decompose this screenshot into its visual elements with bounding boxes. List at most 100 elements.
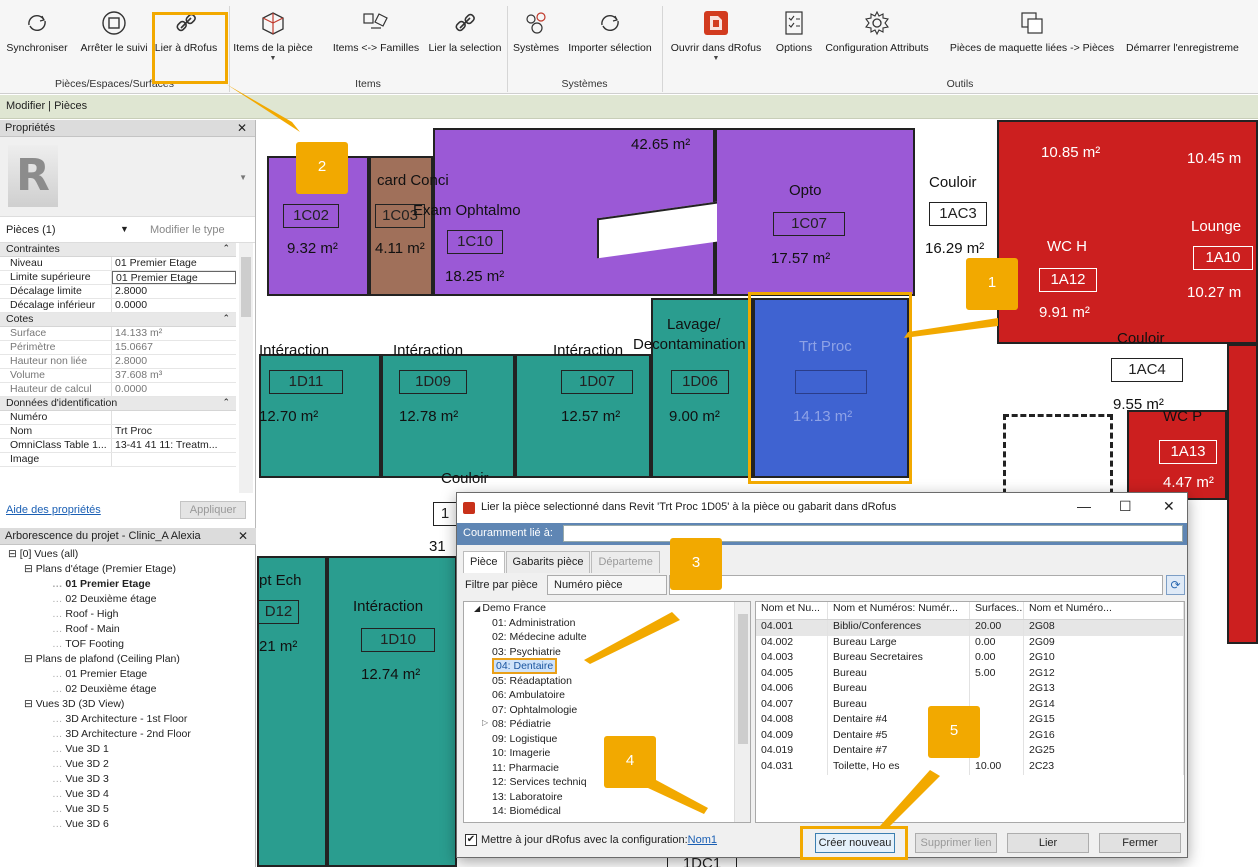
collapse-icon[interactable]: ⊟: [24, 653, 36, 665]
browser-node[interactable]: … TOF Footing: [0, 638, 256, 653]
linked-model-rooms-button[interactable]: Pièces de maquette liées -> Pièces: [944, 6, 1120, 76]
browser-node[interactable]: … 02 Deuxième étage: [0, 683, 256, 698]
browser-node[interactable]: … 01 Premier Etage: [0, 668, 256, 683]
items-families-button[interactable]: Items <-> Familles: [326, 6, 426, 76]
room-tag[interactable]: 1AC4: [1111, 358, 1183, 382]
tab-room[interactable]: Pièce: [463, 551, 505, 573]
start-recording-button[interactable]: Démarrer l'enregistreme: [1126, 6, 1258, 76]
room-tag[interactable]: 1C02: [283, 204, 339, 228]
browser-node[interactable]: … Vue 3D 6: [0, 818, 256, 833]
close-icon[interactable]: ✕: [237, 121, 247, 135]
property-value[interactable]: 37.608 m³: [112, 369, 236, 382]
department-tree-item[interactable]: ▷ 08: Pédiatrie: [464, 718, 750, 733]
collapse-icon[interactable]: ⊟: [24, 698, 36, 710]
department-tree-item[interactable]: 05: Réadaptation: [464, 675, 750, 690]
property-group-header[interactable]: Données d'identification ⌃: [0, 397, 236, 411]
table-row[interactable]: 04.002 Bureau Large 0.00 2G09: [756, 635, 1184, 651]
department-tree-item[interactable]: 02: Médecine adulte: [464, 631, 750, 646]
room-items-button[interactable]: Items de la pièce ▼: [233, 6, 313, 76]
browser-node[interactable]: ⊟ Plans d'étage (Premier Etage): [0, 563, 256, 578]
options-button[interactable]: Options: [772, 6, 816, 76]
room-tag[interactable]: 1D07: [561, 370, 633, 394]
browser-node[interactable]: ⊟ Plans de plafond (Ceiling Plan): [0, 653, 256, 668]
column-header[interactable]: Nom et Numéro...: [1024, 602, 1184, 619]
room-tag[interactable]: 1D11: [269, 370, 343, 394]
property-group-header[interactable]: Contraintes ⌃: [0, 243, 236, 257]
link-button[interactable]: Lier: [1007, 833, 1089, 853]
property-value[interactable]: 14.133 m²: [112, 327, 236, 340]
close-button[interactable]: Fermer: [1099, 833, 1181, 853]
chevron-down-icon[interactable]: ▼: [120, 224, 129, 234]
type-selector[interactable]: Pièces (1): [6, 224, 56, 236]
link-selection-button[interactable]: Lier la selection: [425, 6, 505, 76]
properties-scrollbar[interactable]: [239, 243, 253, 493]
property-value[interactable]: Trt Proc: [112, 425, 236, 438]
room-tag[interactable]: 1A10: [1193, 246, 1253, 270]
close-icon[interactable]: ✕: [238, 529, 248, 543]
room-tag[interactable]: D12: [259, 600, 299, 624]
table-row[interactable]: 04.005 Bureau 5.00 2G12: [756, 666, 1184, 682]
browser-node[interactable]: … Vue 3D 1: [0, 743, 256, 758]
update-drofus-checkbox[interactable]: ✔: [465, 834, 477, 846]
edit-type-button[interactable]: Modifier le type: [150, 224, 225, 236]
systems-button[interactable]: Systèmes: [510, 6, 562, 76]
property-value[interactable]: [112, 411, 236, 424]
config-link[interactable]: Nom1: [688, 834, 717, 846]
column-header[interactable]: Surfaces...: [970, 602, 1024, 619]
department-tree-item[interactable]: 01: Administration: [464, 617, 750, 632]
maximize-icon[interactable]: ☐: [1119, 498, 1132, 515]
close-icon[interactable]: ✕: [1163, 498, 1175, 515]
refresh-icon[interactable]: ⟳: [1166, 575, 1185, 595]
room-tag[interactable]: 1AC3: [929, 202, 987, 226]
synchronize-button[interactable]: Synchroniser: [4, 6, 70, 76]
collapse-icon[interactable]: ⌃: [222, 313, 230, 324]
browser-node[interactable]: … 02 Deuxième étage: [0, 593, 256, 608]
table-row[interactable]: 04.003 Bureau Secretaires 0.00 2G10: [756, 651, 1184, 667]
room-tag[interactable]: 1D10: [361, 628, 435, 652]
column-header[interactable]: Nom et Nu...: [756, 602, 828, 619]
column-header[interactable]: Nom et Numéros: Numér...: [828, 602, 970, 619]
expand-icon[interactable]: ▷: [482, 718, 488, 727]
collapse-icon[interactable]: ⌃: [222, 397, 230, 408]
property-value[interactable]: 01 Premier Etage: [112, 257, 236, 270]
room-tag[interactable]: 1A13: [1159, 440, 1217, 464]
browser-node[interactable]: … Vue 3D 5: [0, 803, 256, 818]
property-value[interactable]: 0.0000: [112, 299, 236, 312]
open-in-drofus-button[interactable]: Ouvrir dans dRofus ▼: [668, 6, 764, 76]
property-value[interactable]: 2.8000: [112, 355, 236, 368]
room-tag[interactable]: 1C07: [773, 212, 845, 236]
browser-node[interactable]: ⊟ Vues 3D (3D View): [0, 698, 256, 713]
collapse-icon[interactable]: ⌃: [222, 243, 230, 254]
property-value[interactable]: 01 Premier Etage: [112, 271, 236, 284]
collapse-icon[interactable]: ⊟: [8, 548, 20, 560]
tab-department[interactable]: Départeme: [591, 551, 660, 573]
room-tag[interactable]: 1: [433, 502, 457, 526]
tab-room-templates[interactable]: Gabarits pièce: [505, 551, 591, 573]
table-row[interactable]: 04.001 Biblio/Conferences 20.00 2G08: [756, 620, 1184, 636]
browser-node[interactable]: … 01 Premier Etage: [0, 578, 256, 593]
property-value[interactable]: 13-41 41 11: Treatm...: [112, 439, 236, 452]
department-tree-item[interactable]: ◢ Demo France: [464, 602, 750, 617]
stop-tracking-button[interactable]: Arrêter le suivi: [76, 6, 152, 76]
property-value[interactable]: 0.0000: [112, 383, 236, 396]
property-group-header[interactable]: Cotes ⌃: [0, 313, 236, 327]
room-red-edge[interactable]: [1227, 344, 1258, 644]
browser-node[interactable]: … Roof - Main: [0, 623, 256, 638]
department-tree-item[interactable]: 13: Laboratoire: [464, 791, 750, 806]
browser-node[interactable]: ⊟ [0] Vues (all): [0, 548, 256, 563]
room-tag[interactable]: 1A12: [1039, 268, 1097, 292]
delete-link-button[interactable]: Supprimer lien: [915, 833, 997, 853]
room-dashed[interactable]: [1003, 414, 1113, 504]
apply-button[interactable]: Appliquer: [180, 501, 246, 519]
room-tag[interactable]: 1C10: [447, 230, 503, 254]
property-value[interactable]: 15.0667: [112, 341, 236, 354]
browser-node[interactable]: … Vue 3D 3: [0, 773, 256, 788]
current-link-field[interactable]: [563, 525, 1183, 542]
property-value[interactable]: [112, 453, 236, 466]
room-tag[interactable]: 1D09: [399, 370, 467, 394]
property-value[interactable]: 2.8000: [112, 285, 236, 298]
type-preview[interactable]: R ▼: [0, 137, 255, 217]
minimize-icon[interactable]: —: [1077, 498, 1091, 514]
collapse-icon[interactable]: ⊟: [24, 563, 36, 575]
import-selection-button[interactable]: Importer sélection: [563, 6, 657, 76]
